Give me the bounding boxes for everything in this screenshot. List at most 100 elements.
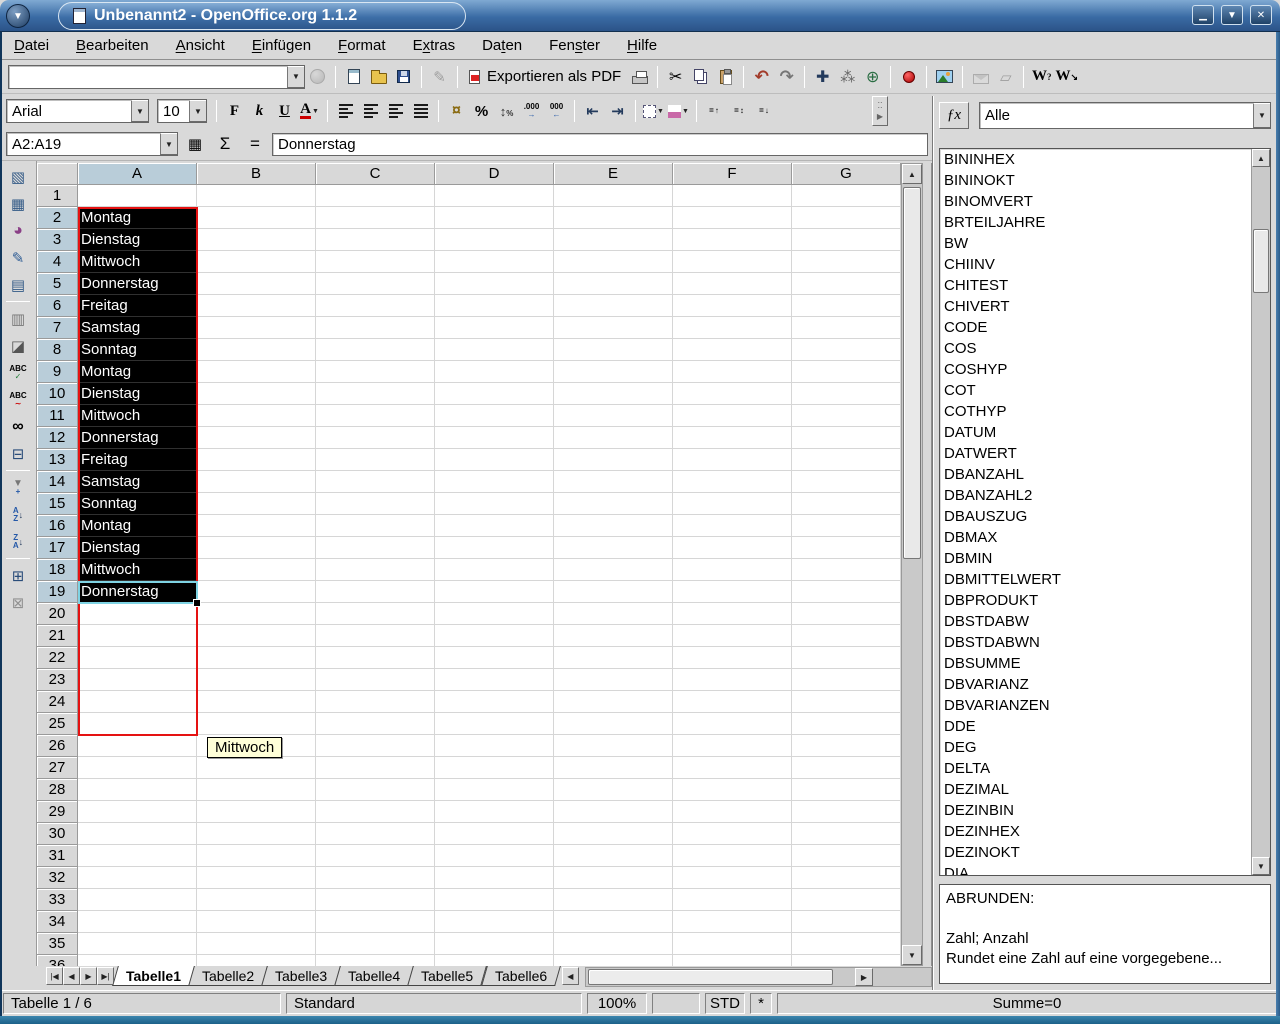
function-list-item-dbstdabw[interactable]: DBSTDABW: [940, 611, 1270, 632]
cell-d11[interactable]: [435, 405, 554, 427]
hyperlink-icon[interactable]: ⊕: [860, 64, 885, 90]
menu-item-format[interactable]: Format: [328, 34, 396, 57]
print-icon[interactable]: [627, 64, 652, 90]
cell-b1[interactable]: [197, 185, 316, 207]
cell-a35[interactable]: [78, 933, 197, 955]
row-header-33[interactable]: 33: [37, 889, 78, 911]
row-header-23[interactable]: 23: [37, 669, 78, 691]
cell-c5[interactable]: [316, 273, 435, 295]
column-header-c[interactable]: C: [316, 163, 435, 185]
row-header-34[interactable]: 34: [37, 911, 78, 933]
cell-g27[interactable]: [792, 757, 901, 779]
cell-d22[interactable]: [435, 647, 554, 669]
vertical-scrollbar-thumb[interactable]: [903, 187, 921, 559]
close-button[interactable]: ✕: [1250, 5, 1272, 25]
autofilter-icon[interactable]: ▼+: [6, 474, 31, 501]
menu-item-datei[interactable]: Datei: [4, 34, 59, 57]
cell-c36[interactable]: [316, 955, 435, 966]
row-header-24[interactable]: 24: [37, 691, 78, 713]
cell-reference-dropdown-button[interactable]: ▼: [160, 133, 177, 155]
cell-e25[interactable]: [554, 713, 673, 735]
cell-c9[interactable]: [316, 361, 435, 383]
cell-d20[interactable]: [435, 603, 554, 625]
cell-g8[interactable]: [792, 339, 901, 361]
cell-c13[interactable]: [316, 449, 435, 471]
row-header-32[interactable]: 32: [37, 867, 78, 889]
cell-d25[interactable]: [435, 713, 554, 735]
toolbar-collapse-handle[interactable]: ⁚⁚▶: [872, 96, 888, 126]
cell-c19[interactable]: [316, 581, 435, 603]
cell-d7[interactable]: [435, 317, 554, 339]
status-sheet-position[interactable]: Tabelle 1 / 6: [3, 993, 281, 1014]
cell-d17[interactable]: [435, 537, 554, 559]
cell-a21[interactable]: [78, 625, 197, 647]
cell-b11[interactable]: [197, 405, 316, 427]
function-list-item-chivert[interactable]: CHIVERT: [940, 296, 1270, 317]
function-list-item-datwert[interactable]: DATWERT: [940, 443, 1270, 464]
bold-icon[interactable]: F: [222, 98, 247, 124]
cell-c7[interactable]: [316, 317, 435, 339]
menu-item-einfgen[interactable]: Einfügen: [242, 34, 321, 57]
tab-scroll-left-button[interactable]: ◀: [562, 967, 579, 985]
cell-f35[interactable]: [673, 933, 792, 955]
cell-f16[interactable]: [673, 515, 792, 537]
row-header-3[interactable]: 3: [37, 229, 78, 251]
cell-b8[interactable]: [197, 339, 316, 361]
cell-e6[interactable]: [554, 295, 673, 317]
cell-c34[interactable]: [316, 911, 435, 933]
cell-e7[interactable]: [554, 317, 673, 339]
cell-f13[interactable]: [673, 449, 792, 471]
open-icon[interactable]: [366, 64, 391, 90]
cell-f33[interactable]: [673, 889, 792, 911]
cell-b16[interactable]: [197, 515, 316, 537]
cell-d3[interactable]: [435, 229, 554, 251]
fill-handle[interactable]: [193, 599, 201, 607]
cell-b35[interactable]: [197, 933, 316, 955]
cell-c4[interactable]: [316, 251, 435, 273]
font-color-icon[interactable]: A▼: [297, 98, 322, 124]
column-header-d[interactable]: D: [435, 163, 554, 185]
cell-b2[interactable]: [197, 207, 316, 229]
cell-d35[interactable]: [435, 933, 554, 955]
cell-g9[interactable]: [792, 361, 901, 383]
cell-c32[interactable]: [316, 867, 435, 889]
cell-d14[interactable]: [435, 471, 554, 493]
cell-e16[interactable]: [554, 515, 673, 537]
cell-f11[interactable]: [673, 405, 792, 427]
cell-b7[interactable]: [197, 317, 316, 339]
cell-a9[interactable]: Montag: [78, 361, 197, 383]
font-size-dropdown-button[interactable]: ▼: [189, 100, 206, 122]
cell-e13[interactable]: [554, 449, 673, 471]
cell-d26[interactable]: [435, 735, 554, 757]
cell-f34[interactable]: [673, 911, 792, 933]
cell-g10[interactable]: [792, 383, 901, 405]
cell-b22[interactable]: [197, 647, 316, 669]
cell-g12[interactable]: [792, 427, 901, 449]
cell-e8[interactable]: [554, 339, 673, 361]
cell-c12[interactable]: [316, 427, 435, 449]
cell-a25[interactable]: [78, 713, 197, 735]
cell-c30[interactable]: [316, 823, 435, 845]
cell-a5[interactable]: Donnerstag: [78, 273, 197, 295]
autospellcheck-icon[interactable]: ABC∼: [6, 386, 31, 413]
cell-d31[interactable]: [435, 845, 554, 867]
cell-c2[interactable]: [316, 207, 435, 229]
cell-e28[interactable]: [554, 779, 673, 801]
italic-icon[interactable]: k: [247, 98, 272, 124]
cell-e4[interactable]: [554, 251, 673, 273]
cell-g35[interactable]: [792, 933, 901, 955]
cell-g4[interactable]: [792, 251, 901, 273]
cell-f25[interactable]: [673, 713, 792, 735]
cell-c31[interactable]: [316, 845, 435, 867]
cell-e34[interactable]: [554, 911, 673, 933]
cell-a15[interactable]: Sonntag: [78, 493, 197, 515]
cell-c25[interactable]: [316, 713, 435, 735]
cell-b23[interactable]: [197, 669, 316, 691]
cell-e31[interactable]: [554, 845, 673, 867]
cell-g25[interactable]: [792, 713, 901, 735]
function-list-item-coshyp[interactable]: COSHYP: [940, 359, 1270, 380]
cell-f14[interactable]: [673, 471, 792, 493]
function-list-item-brteiljahre[interactable]: BRTEILJAHRE: [940, 212, 1270, 233]
row-header-10[interactable]: 10: [37, 383, 78, 405]
cell-c15[interactable]: [316, 493, 435, 515]
